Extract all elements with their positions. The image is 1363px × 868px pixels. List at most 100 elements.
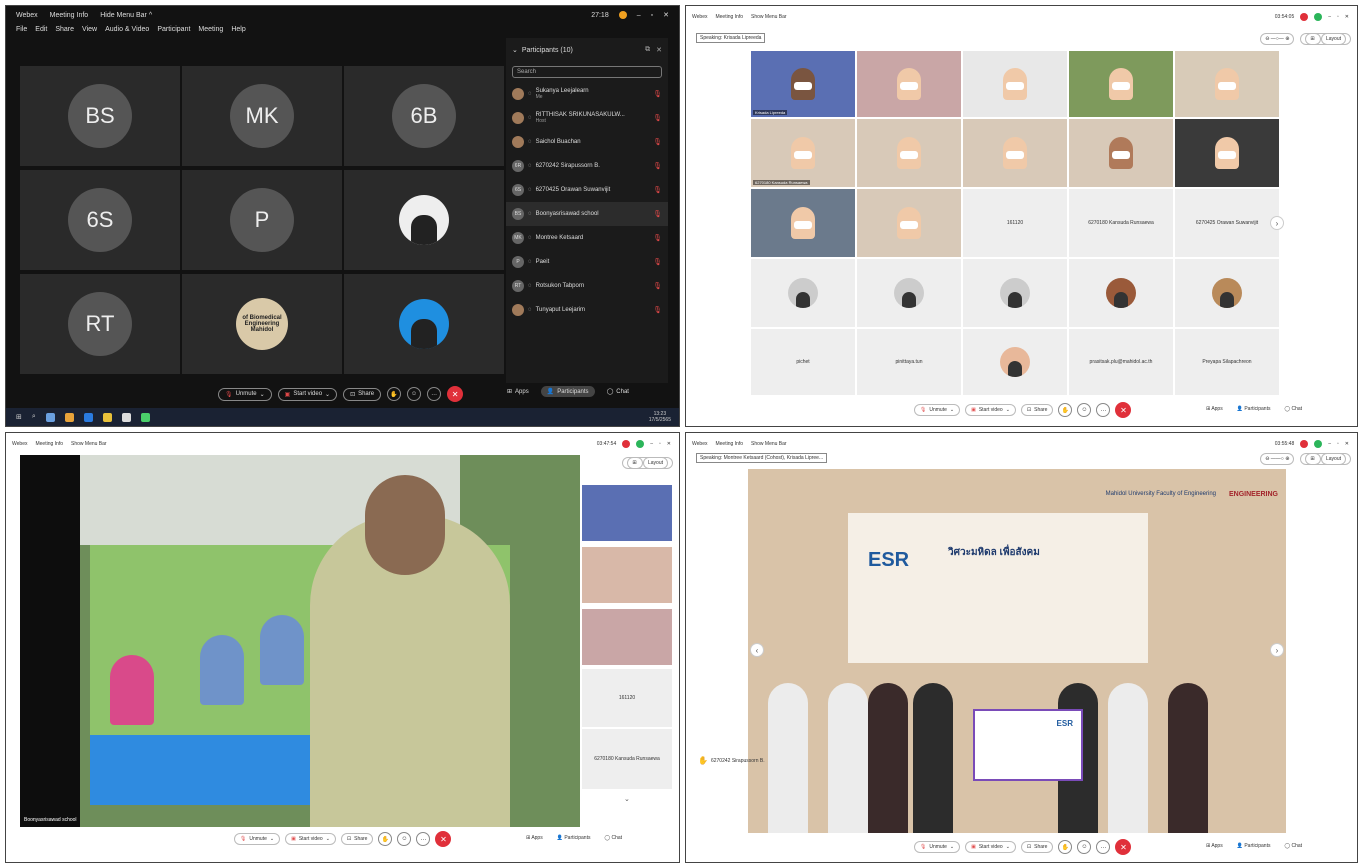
edge-icon[interactable] xyxy=(83,412,93,422)
video-tile[interactable]: 6B xyxy=(344,66,504,166)
active-speaker-video[interactable]: Boonyasrisawad school xyxy=(20,455,580,827)
start-video-button[interactable]: ▣ Start video ⌄ xyxy=(965,841,1016,853)
mic-muted-icon[interactable]: 🎙 xyxy=(653,186,662,194)
share-button[interactable]: ⊡ Share xyxy=(1020,841,1054,853)
popout-icon[interactable]: ⧉ xyxy=(645,46,650,54)
layout-button[interactable]: ⊞ Layout xyxy=(1300,33,1351,45)
hide-menu-bar-button[interactable]: Hide Menu Bar ^ xyxy=(100,12,152,19)
share-button[interactable]: ⊡ Share xyxy=(1020,404,1054,416)
folder-icon[interactable] xyxy=(102,412,112,422)
thumbnail-video[interactable] xyxy=(582,609,672,665)
participant-row[interactable]: ◌ Saichol Buachan 🎙 xyxy=(506,130,668,154)
name-tile[interactable]: pichet xyxy=(750,328,856,396)
close-icon[interactable]: ✕ xyxy=(667,441,671,447)
video-tile[interactable] xyxy=(856,118,962,188)
meeting-info-button[interactable]: Meeting Info xyxy=(715,14,743,20)
video-tile[interactable]: BS xyxy=(20,66,180,166)
start-video-button[interactable]: ▣ Start video ⌄ xyxy=(965,404,1016,416)
name-tile[interactable]: prasitsak.plu@mahidol.ac.th xyxy=(1068,328,1174,396)
chat-button[interactable]: ◯ Chat xyxy=(601,386,635,397)
more-icon[interactable]: … xyxy=(427,387,442,401)
chat-button[interactable]: ◯ Chat xyxy=(1284,843,1302,849)
mic-muted-icon[interactable]: 🎙 xyxy=(653,210,662,218)
close-icon[interactable]: ✕ xyxy=(1345,14,1349,20)
participant-row[interactable]: P ◌ Paeit 🎙 xyxy=(506,250,668,274)
meeting-info-button[interactable]: Meeting Info xyxy=(50,12,89,19)
prev-slide-icon[interactable]: ‹ xyxy=(750,643,764,657)
participant-row[interactable]: ◌ Sukanya Leejalearn Me 🎙 xyxy=(506,82,668,106)
share-button[interactable]: ⊡ Share xyxy=(340,833,374,845)
video-tile[interactable] xyxy=(1174,50,1280,118)
zoom-slider[interactable]: ⊖ —○— ⊕ xyxy=(1260,33,1295,45)
video-tile[interactable]: RT xyxy=(20,274,180,374)
participant-row[interactable]: MK ◌ Montree Ketsaard 🎙 xyxy=(506,226,668,250)
participant-row[interactable]: BS ◌ Boonyasrisawad school 🎙 xyxy=(506,202,668,226)
apps-button[interactable]: ⊞ Apps xyxy=(501,386,535,397)
store-icon[interactable] xyxy=(121,412,131,422)
mic-muted-icon[interactable]: 🎙 xyxy=(653,234,662,242)
menu-file[interactable]: File xyxy=(16,26,27,33)
mic-muted-icon[interactable]: 🎙 xyxy=(653,114,662,122)
meeting-info-button[interactable]: Meeting Info xyxy=(35,441,63,447)
video-tile[interactable] xyxy=(1068,118,1174,188)
maximize-icon[interactable]: ▫ xyxy=(651,12,653,19)
show-menu-bar-button[interactable]: Show Menu Bar xyxy=(751,14,787,20)
menu-share[interactable]: Share xyxy=(55,26,74,33)
thumbnail-name[interactable]: 161120 xyxy=(582,669,672,727)
close-icon[interactable]: ✕ xyxy=(1345,441,1349,447)
chrome-icon[interactable] xyxy=(64,412,74,422)
minimize-icon[interactable]: – xyxy=(637,12,641,19)
mic-muted-icon[interactable]: 🎙 xyxy=(653,258,662,266)
mic-muted-icon[interactable]: 🎙 xyxy=(653,282,662,290)
video-tile[interactable] xyxy=(962,118,1068,188)
thumbnail-video[interactable] xyxy=(582,485,672,541)
windows-start-icon[interactable]: ⊞ xyxy=(16,413,22,421)
end-call-button[interactable]: ✕ xyxy=(1115,839,1132,855)
mic-muted-icon[interactable]: 🎙 xyxy=(653,90,662,98)
shared-content[interactable]: ESR วิศวะมหิดล เพื่อสังคม Mahidol Univer… xyxy=(748,469,1286,833)
mic-muted-icon[interactable]: 🎙 xyxy=(653,138,662,146)
layout-button[interactable]: ⊞ Layout xyxy=(622,457,673,469)
minimize-icon[interactable]: – xyxy=(1328,14,1331,20)
maximize-icon[interactable]: ▫ xyxy=(659,441,661,447)
avatar-tile[interactable] xyxy=(856,258,962,328)
end-call-button[interactable]: ✕ xyxy=(1115,402,1132,418)
name-tile[interactable]: pinittaya.tun xyxy=(856,328,962,396)
unmute-button[interactable]: 🎙 Unmute ⌄ xyxy=(914,404,961,416)
menu-edit[interactable]: Edit xyxy=(35,26,47,33)
end-call-button[interactable]: ✕ xyxy=(435,831,452,847)
participants-button[interactable]: 👤 Participants xyxy=(557,835,591,841)
end-call-button[interactable]: ✕ xyxy=(447,386,464,402)
start-video-button[interactable]: ▣ Start video ⌄ xyxy=(277,387,338,401)
menu-view[interactable]: View xyxy=(82,26,97,33)
avatar-tile[interactable] xyxy=(1068,258,1174,328)
video-tile[interactable] xyxy=(750,188,856,258)
meeting-info-button[interactable]: Meeting Info xyxy=(715,441,743,447)
video-tile[interactable] xyxy=(856,50,962,118)
menu-help[interactable]: Help xyxy=(231,26,245,33)
avatar-tile[interactable] xyxy=(1174,258,1280,328)
more-icon[interactable]: … xyxy=(416,832,431,846)
start-video-button[interactable]: ▣ Start video ⌄ xyxy=(285,833,336,845)
share-button[interactable]: ⊡ Share xyxy=(343,387,382,401)
reactions-icon[interactable]: ☺ xyxy=(407,387,422,401)
reactions-icon[interactable]: ☺ xyxy=(1077,840,1092,854)
participant-row[interactable]: RT ◌ Rotsukon Tabporn 🎙 xyxy=(506,274,668,298)
collapse-icon[interactable]: ⌄ xyxy=(512,46,518,54)
scroll-down-icon[interactable]: ⌄ xyxy=(624,795,630,803)
search-input[interactable]: Search xyxy=(512,66,662,78)
participants-button[interactable]: 👤 Participants xyxy=(1237,406,1271,412)
raise-hand-icon[interactable]: ✋ xyxy=(378,832,393,846)
line-icon[interactable] xyxy=(140,412,150,422)
video-tile[interactable]: MK xyxy=(182,66,342,166)
participant-row[interactable]: ◌ RITTHISAK SRIKUNASAKULW... Host 🎙 xyxy=(506,106,668,130)
video-tile[interactable]: 6270180 Kansuda Runsaewa xyxy=(750,118,856,188)
zoom-slider[interactable]: ⊖ ——○ ⊕ xyxy=(1260,453,1295,465)
raise-hand-icon[interactable]: ✋ xyxy=(1058,403,1073,417)
unmute-button[interactable]: 🎙 Unmute ⌄ xyxy=(218,387,272,401)
maximize-icon[interactable]: ▫ xyxy=(1337,14,1339,20)
video-tile[interactable]: of Biomedical Engineering Mahidol xyxy=(182,274,342,374)
unmute-button[interactable]: 🎙 Unmute ⌄ xyxy=(914,841,961,853)
participants-button[interactable]: 👤 Participants xyxy=(1237,843,1271,849)
show-menu-bar-button[interactable]: Show Menu Bar xyxy=(71,441,107,447)
